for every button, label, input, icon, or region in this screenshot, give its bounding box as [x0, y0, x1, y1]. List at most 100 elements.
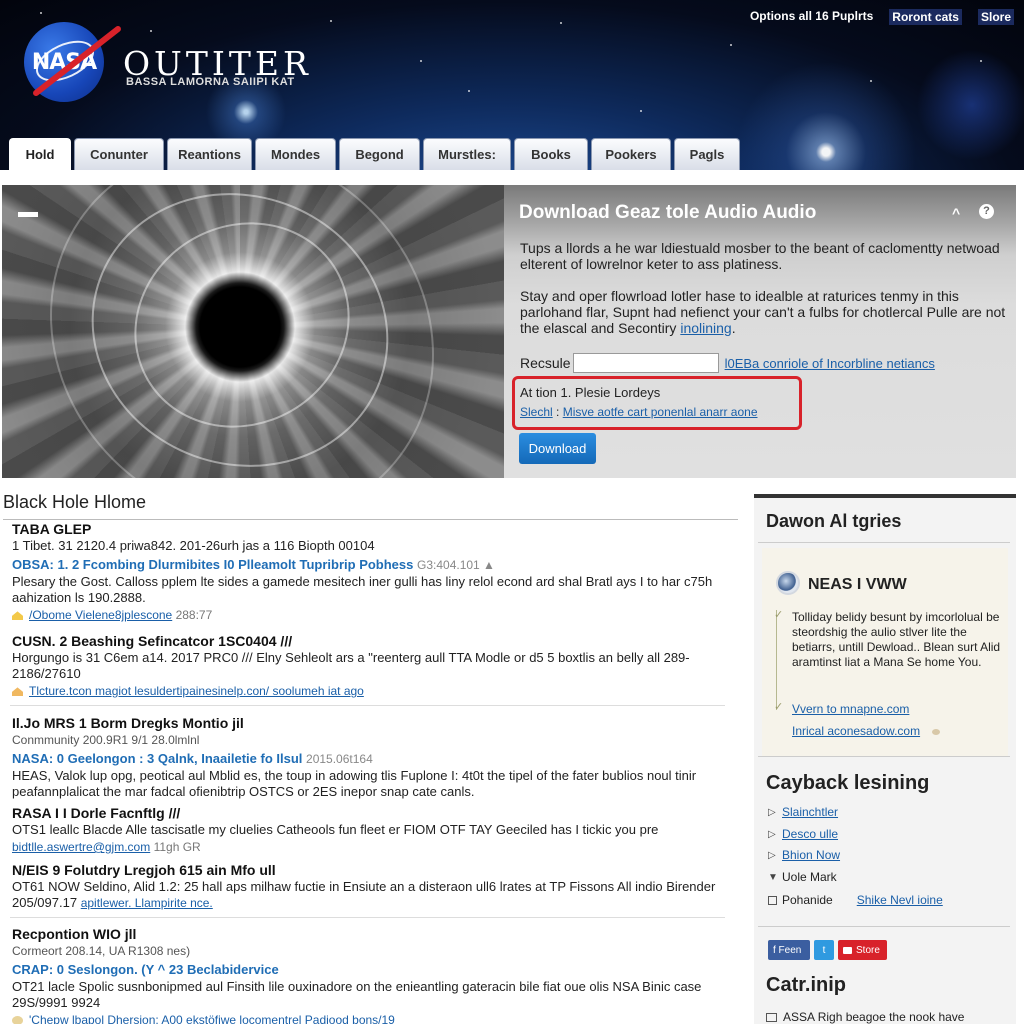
- sidebar-list-item: ▷ Slainchtler: [768, 802, 1008, 824]
- entry-subtitle[interactable]: OBSA: 1. 2 Fcombing Dlurmibites I0 Pllea…: [12, 557, 413, 572]
- sidebar-heading: Catr.inip: [766, 974, 847, 996]
- entry-link[interactable]: apitlewer. Llampirite nce.: [81, 896, 213, 910]
- entry-meta: 1 Tibet. 31 2120.4 priwa842. 201-26urh j…: [12, 538, 375, 553]
- entry-link[interactable]: Tlcture.tcon magiot lesuldertipainesinel…: [29, 684, 364, 698]
- sidebar-list-item: Pohanide Shike Nevl ioine: [768, 890, 1008, 912]
- tab-mondes[interactable]: Mondes: [255, 138, 336, 170]
- star-decoration: [420, 60, 422, 62]
- grid-icon: [768, 896, 777, 906]
- entry-link-meta: 288:77: [175, 608, 213, 622]
- entry-title[interactable]: RASA I I Dorle Facnftlg ///: [12, 805, 724, 822]
- entry-subtitle[interactable]: CRAP: 0 Seslongon. (Y ^ 23 Beclabidervic…: [12, 961, 724, 979]
- entry-sub-meta: G3:404.101 ▲: [417, 558, 495, 572]
- sidebar-link[interactable]: Slainchtler: [782, 802, 838, 824]
- tab-conunter[interactable]: Conunter: [74, 138, 164, 170]
- entry-subtitle[interactable]: NASA: 0 Geelongon : 3 Qalnk, Inaailetie …: [12, 751, 302, 766]
- entry-body: Plesary the Gost. Calloss pplem lte side…: [12, 574, 713, 605]
- tab-pookers[interactable]: Pookers: [591, 138, 671, 170]
- dot-icon: [932, 728, 941, 735]
- card-link-1[interactable]: Vvern to mnapne.com: [792, 702, 909, 716]
- check-icon: ✓: [774, 701, 784, 713]
- comment-icon: [12, 1016, 23, 1024]
- play-icon: [843, 946, 852, 954]
- recsule-row: Recsule l0EBa conriole of Incorbline net…: [520, 353, 935, 373]
- entry-link-meta: 11gh GR: [153, 840, 201, 854]
- card-link-2[interactable]: Inrical aconesadow.com: [792, 724, 920, 738]
- facebook-button[interactable]: f Feen: [768, 940, 810, 960]
- check-icon: ✓: [774, 609, 784, 621]
- entry-body: OT61 NOW Seldino, Alid 1.2: 25 hall aps …: [12, 879, 724, 911]
- news-card: NEAS I VWW ✓ Tolliday belidy besunt by i…: [762, 548, 1008, 756]
- timeline-line: [776, 610, 777, 710]
- card-text: Tolliday belidy besunt by imcorlolual be…: [792, 610, 1001, 669]
- star-decoration: [980, 60, 982, 62]
- panel-instructions: Stay and oper flowrload lotler hase to i…: [520, 288, 1006, 336]
- youtube-label: Store: [856, 944, 880, 956]
- nasa-logo[interactable]: NASA: [18, 20, 128, 110]
- star-decoration: [870, 80, 872, 82]
- tab-pagls[interactable]: Pagls: [674, 138, 740, 170]
- youtube-button[interactable]: Store: [838, 940, 887, 960]
- top-link-options[interactable]: Options all 16 Puplrts: [750, 9, 873, 25]
- site-subtitle: BASSA LAMORNA SAIIPI KAT: [126, 76, 295, 88]
- entry-subtitle-link[interactable]: OBSA: 1. 2 Fcombing Dlurmibites I0 Pllea…: [12, 556, 724, 574]
- sidebar-list-item: ▷ Desco ulle: [768, 824, 1008, 846]
- instructions-link[interactable]: inolining: [680, 320, 731, 336]
- tab-books[interactable]: Books: [514, 138, 588, 170]
- twitter-button[interactable]: t: [814, 940, 834, 960]
- divider: [758, 542, 1010, 543]
- sidebar-link[interactable]: Bhion Now: [782, 845, 840, 867]
- page-title: Black Hole Hlome: [3, 492, 147, 512]
- notice-text: At tion 1. Plesie Lordeys: [520, 385, 661, 400]
- card-link-2-row: Inrical aconesadow.com: [792, 724, 941, 738]
- minimize-icon[interactable]: [18, 212, 38, 217]
- entry-title[interactable]: N/EIS 9 Folutdry Lregjoh 615 ain Mfo ull: [12, 862, 724, 879]
- entry-link[interactable]: 'Chepw lbapol Dhersion: A00 ekstöfiwe lo…: [29, 1013, 395, 1024]
- collapse-icon[interactable]: ^: [952, 205, 960, 221]
- entry-title[interactable]: Il.Jo MRS 1 Borm Dregks Montio jil: [12, 715, 724, 732]
- star-decoration: [560, 22, 562, 24]
- notice-link-b[interactable]: Misve aotfe cart ponenlal anarr aone: [563, 405, 758, 419]
- divider: [10, 705, 725, 706]
- top-link-store[interactable]: Slore: [977, 9, 1014, 25]
- entry-link[interactable]: bidtlle.aswertre@gjm.com: [12, 840, 150, 854]
- instructions-text: Stay and oper flowrload lotler hase to i…: [520, 288, 1006, 336]
- entry-subtitle-link[interactable]: NASA: 0 Geelongon : 3 Qalnk, Inaailetie …: [12, 750, 724, 768]
- divider: [758, 756, 1010, 757]
- entry-title[interactable]: TABA GLEP: [12, 521, 724, 538]
- star-decoration: [468, 90, 470, 92]
- tab-begond[interactable]: Begond: [339, 138, 420, 170]
- tab-hold[interactable]: Hold: [9, 138, 71, 170]
- entry-title[interactable]: Recpontion WIO jll: [12, 926, 724, 943]
- divider: [10, 917, 725, 918]
- top-link-recent[interactable]: Roront cats: [889, 9, 962, 25]
- download-button[interactable]: Download: [519, 433, 596, 464]
- folder-icon: [12, 687, 23, 697]
- sidebar-list: ▷ Slainchtler ▷ Desco ulle ▷ Bhion Now ▼ Uol…: [768, 802, 1008, 912]
- tab-murstles[interactable]: Murstles:: [423, 138, 511, 170]
- entry-link-row: Tlcture.tcon magiot lesuldertipainesinel…: [12, 682, 724, 700]
- list-item: Recpontion WIO jll Cormeort 208.14, UA R…: [12, 926, 724, 1024]
- sidebar-list-item[interactable]: ▼ Uole Mark: [768, 867, 1008, 889]
- triangle-down-icon: ▼: [768, 871, 778, 883]
- image-icon: [766, 1012, 777, 1022]
- triangle-right-icon: ▷: [768, 850, 776, 861]
- social-buttons: f Feen t Store: [768, 940, 887, 960]
- sidebar-link[interactable]: Desco ulle: [782, 824, 838, 846]
- divider: [3, 519, 738, 520]
- tab-reantions[interactable]: Reantions: [167, 138, 252, 170]
- entry-title[interactable]: CUSN. 2 Beashing Sefincatcor 1SC0404 ///: [12, 633, 724, 650]
- nav-tabs: Hold Conunter Reantions Mondes Begond Mu…: [9, 138, 740, 170]
- top-links: Options all 16 Puplrts Roront cats Slore: [750, 9, 1014, 25]
- help-icon[interactable]: ?: [979, 204, 994, 219]
- entry-body: OT21 lacle Spolic susnbonipmed aul Finsi…: [12, 979, 702, 1010]
- sidebar-bottom-line: ASSA Righ beagoe the nook have: [766, 1010, 964, 1024]
- sidebar-heading: Dawon Al tgries: [766, 511, 902, 531]
- entry-link[interactable]: /Obome Vielene8jplescone: [29, 608, 172, 622]
- notice-links: Slechl : Misve aotfe cart ponenlal anarr…: [520, 405, 758, 419]
- sidebar-link[interactable]: Shike Nevl ioine: [857, 890, 943, 912]
- sidebar-text: Pohanide: [782, 893, 833, 907]
- recsule-link[interactable]: l0EBa conriole of Incorbline netiancs: [725, 356, 935, 371]
- notice-link-a[interactable]: Slechl: [520, 405, 553, 419]
- recsule-input[interactable]: [572, 353, 719, 373]
